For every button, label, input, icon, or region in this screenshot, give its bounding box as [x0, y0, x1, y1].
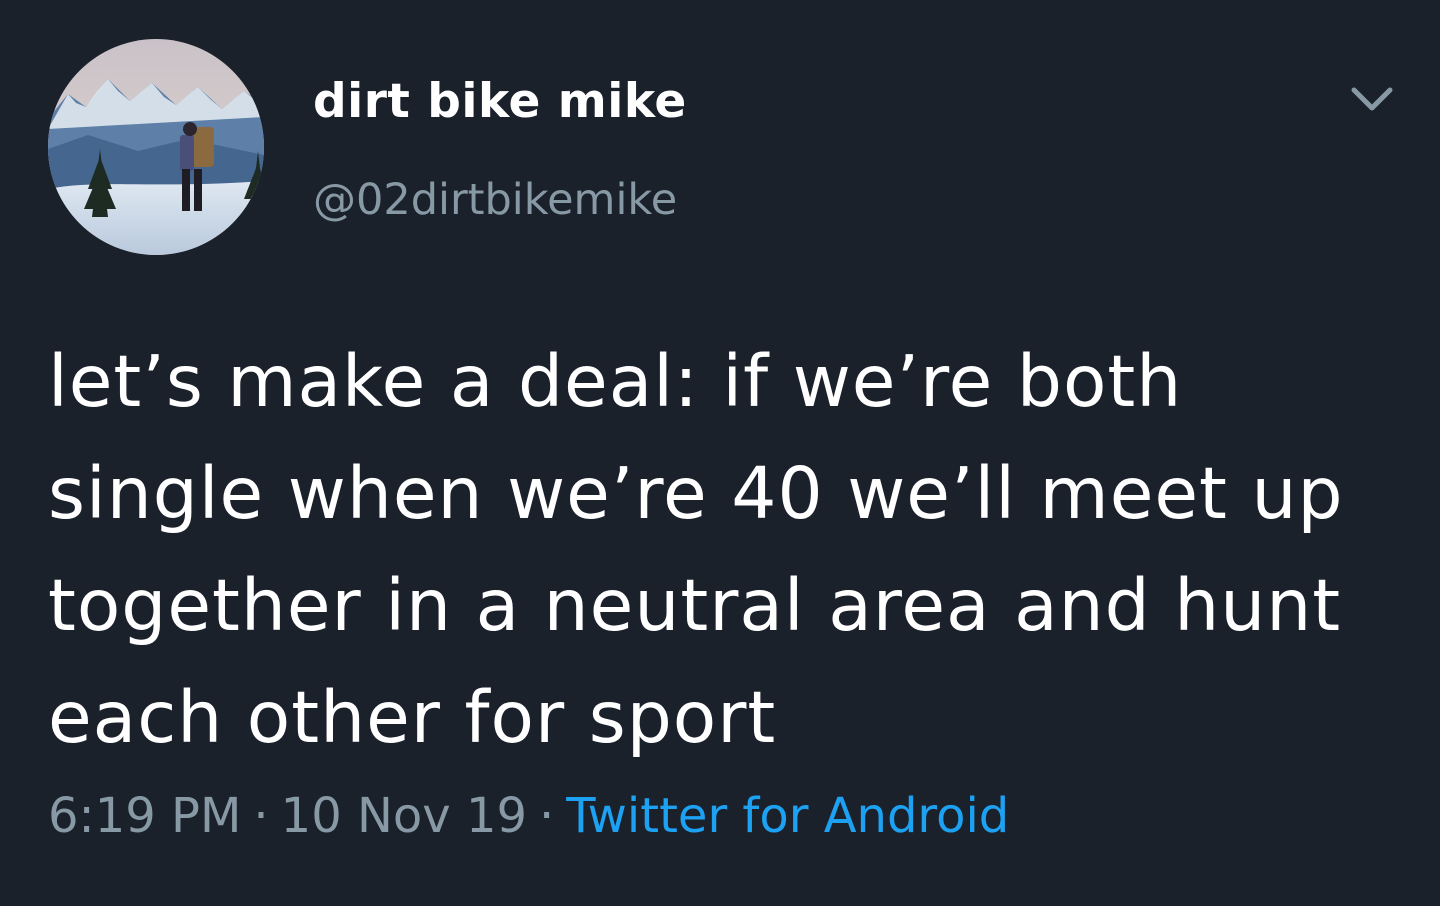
separator: ·: [253, 788, 269, 844]
tweet-card: dirt bike mike @02dirtbikemike let’s mak…: [0, 0, 1440, 906]
avatar[interactable]: [48, 39, 264, 255]
chevron-down-icon[interactable]: [1348, 78, 1396, 120]
user-handle[interactable]: @02dirtbikemike: [313, 175, 677, 225]
separator: ·: [539, 788, 555, 844]
display-name[interactable]: dirt bike mike: [313, 74, 687, 129]
tweet-text: let’s make a deal: if we’re both single …: [48, 340, 1344, 759]
tweet-source-link[interactable]: Twitter for Android: [566, 788, 1009, 844]
tweet-date[interactable]: 10 Nov 19: [281, 788, 527, 844]
tweet-meta: 6:19 PM · 10 Nov 19 · Twitter for Android: [48, 788, 1009, 844]
tweet-time[interactable]: 6:19 PM: [48, 788, 241, 844]
avatar-photo: [48, 39, 264, 255]
